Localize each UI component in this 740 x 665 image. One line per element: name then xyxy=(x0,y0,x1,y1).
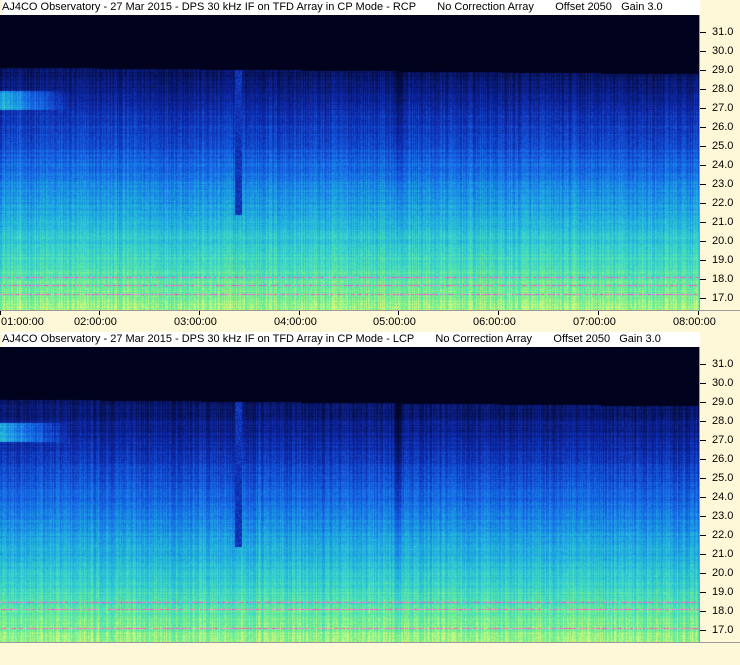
time-tick xyxy=(0,311,1,315)
time-tick xyxy=(199,311,200,315)
freq-tick xyxy=(700,108,706,109)
freq-tick xyxy=(700,402,706,403)
time-tick xyxy=(299,311,300,315)
freq-tick xyxy=(700,383,706,384)
spectrogram-area-lcp[interactable] xyxy=(0,347,699,642)
freq-tick xyxy=(700,241,706,242)
freq-tick-label: 23.0 xyxy=(712,178,734,190)
freq-tick xyxy=(700,184,706,185)
freq-tick xyxy=(700,573,706,574)
freq-tick-label: 24.0 xyxy=(712,491,734,503)
freq-tick xyxy=(700,630,706,631)
frequency-axis-lcp: 31.0 30.0 29.0 28.0 27.0 26.0 25.0 24.0 23.0 22.0… xyxy=(699,347,740,642)
freq-tick-label: 26.0 xyxy=(712,121,734,133)
time-tick xyxy=(99,311,100,315)
freq-tick xyxy=(700,497,706,498)
freq-tick xyxy=(700,592,706,593)
freq-tick xyxy=(700,203,706,204)
freq-tick xyxy=(700,421,706,422)
freq-tick xyxy=(700,554,706,555)
freq-tick-label: 17.0 xyxy=(712,292,734,304)
time-tick-label: 07:00:00 xyxy=(573,316,616,328)
freq-tick-label: 26.0 xyxy=(712,453,734,465)
time-tick xyxy=(698,311,699,315)
freq-tick-label: 24.0 xyxy=(712,159,734,171)
freq-tick xyxy=(700,478,706,479)
time-tick-label: 08:00:00 xyxy=(673,316,716,328)
time-tick-label: 02:00:00 xyxy=(74,316,117,328)
spectrogram-canvas-lcp xyxy=(0,347,699,642)
freq-tick-label: 18.0 xyxy=(712,605,734,617)
frequency-axis-rcp: 31.0 30.0 29.0 28.0 27.0 26.0 25.0 24.0 23.0 22.0… xyxy=(699,15,740,310)
freq-tick xyxy=(700,70,706,71)
freq-tick xyxy=(700,32,706,33)
freq-tick-label: 25.0 xyxy=(712,140,734,152)
freq-tick-label: 20.0 xyxy=(712,567,734,579)
freq-tick xyxy=(700,222,706,223)
time-tick-label: 05:00:00 xyxy=(373,316,416,328)
freq-tick-label: 28.0 xyxy=(712,415,734,427)
freq-tick-label: 23.0 xyxy=(712,510,734,522)
freq-tick xyxy=(700,260,706,261)
freq-tick-label: 19.0 xyxy=(712,586,734,598)
freq-tick xyxy=(700,364,706,365)
freq-tick xyxy=(700,298,706,299)
freq-tick-label: 30.0 xyxy=(712,377,734,389)
freq-tick-label: 29.0 xyxy=(712,64,734,76)
freq-tick xyxy=(700,611,706,612)
time-tick-label: 01:00:00 xyxy=(1,316,44,328)
time-tick-label: 06:00:00 xyxy=(473,316,516,328)
freq-tick-label: 30.0 xyxy=(712,45,734,57)
time-tick-label: 04:00:00 xyxy=(274,316,317,328)
spectrogram-panel-lcp: AJ4CO Observatory - 27 Mar 2015 - DPS 30… xyxy=(0,332,740,665)
freq-tick-label: 25.0 xyxy=(712,472,734,484)
freq-tick-label: 27.0 xyxy=(712,434,734,446)
freq-tick xyxy=(700,535,706,536)
freq-tick-label: 31.0 xyxy=(712,358,734,370)
freq-tick xyxy=(700,51,706,52)
freq-tick-label: 29.0 xyxy=(712,396,734,408)
spectrogram-canvas-rcp xyxy=(0,15,699,310)
freq-tick-label: 21.0 xyxy=(712,216,734,228)
freq-tick xyxy=(700,440,706,441)
spectrogram-panel-rcp: AJ4CO Observatory - 27 Mar 2015 - DPS 30… xyxy=(0,0,740,333)
freq-tick xyxy=(700,459,706,460)
freq-tick xyxy=(700,279,706,280)
freq-tick-label: 21.0 xyxy=(712,548,734,560)
freq-tick xyxy=(700,89,706,90)
freq-tick-label: 22.0 xyxy=(712,197,734,209)
time-axis-rcp: 01:00:00 02:00:00 03:00:00 04:00:00 05:00:00… xyxy=(0,310,740,333)
time-tick xyxy=(498,311,499,315)
spectrogram-area-rcp[interactable] xyxy=(0,15,699,310)
time-axis-lcp xyxy=(0,642,740,665)
time-tick-label: 03:00:00 xyxy=(174,316,217,328)
freq-tick-label: 19.0 xyxy=(712,254,734,266)
panel-title-rcp: AJ4CO Observatory - 27 Mar 2015 - DPS 30… xyxy=(2,0,700,15)
freq-tick-label: 18.0 xyxy=(712,273,734,285)
freq-tick xyxy=(700,516,706,517)
freq-tick-label: 20.0 xyxy=(712,235,734,247)
time-tick xyxy=(398,311,399,315)
freq-tick-label: 31.0 xyxy=(712,26,734,38)
freq-tick-label: 22.0 xyxy=(712,529,734,541)
freq-tick xyxy=(700,146,706,147)
freq-tick-label: 17.0 xyxy=(712,624,734,636)
panel-title-lcp: AJ4CO Observatory - 27 Mar 2015 - DPS 30… xyxy=(2,332,700,347)
freq-tick xyxy=(700,165,706,166)
freq-tick-label: 28.0 xyxy=(712,83,734,95)
freq-tick xyxy=(700,127,706,128)
freq-tick-label: 27.0 xyxy=(712,102,734,114)
time-tick xyxy=(598,311,599,315)
